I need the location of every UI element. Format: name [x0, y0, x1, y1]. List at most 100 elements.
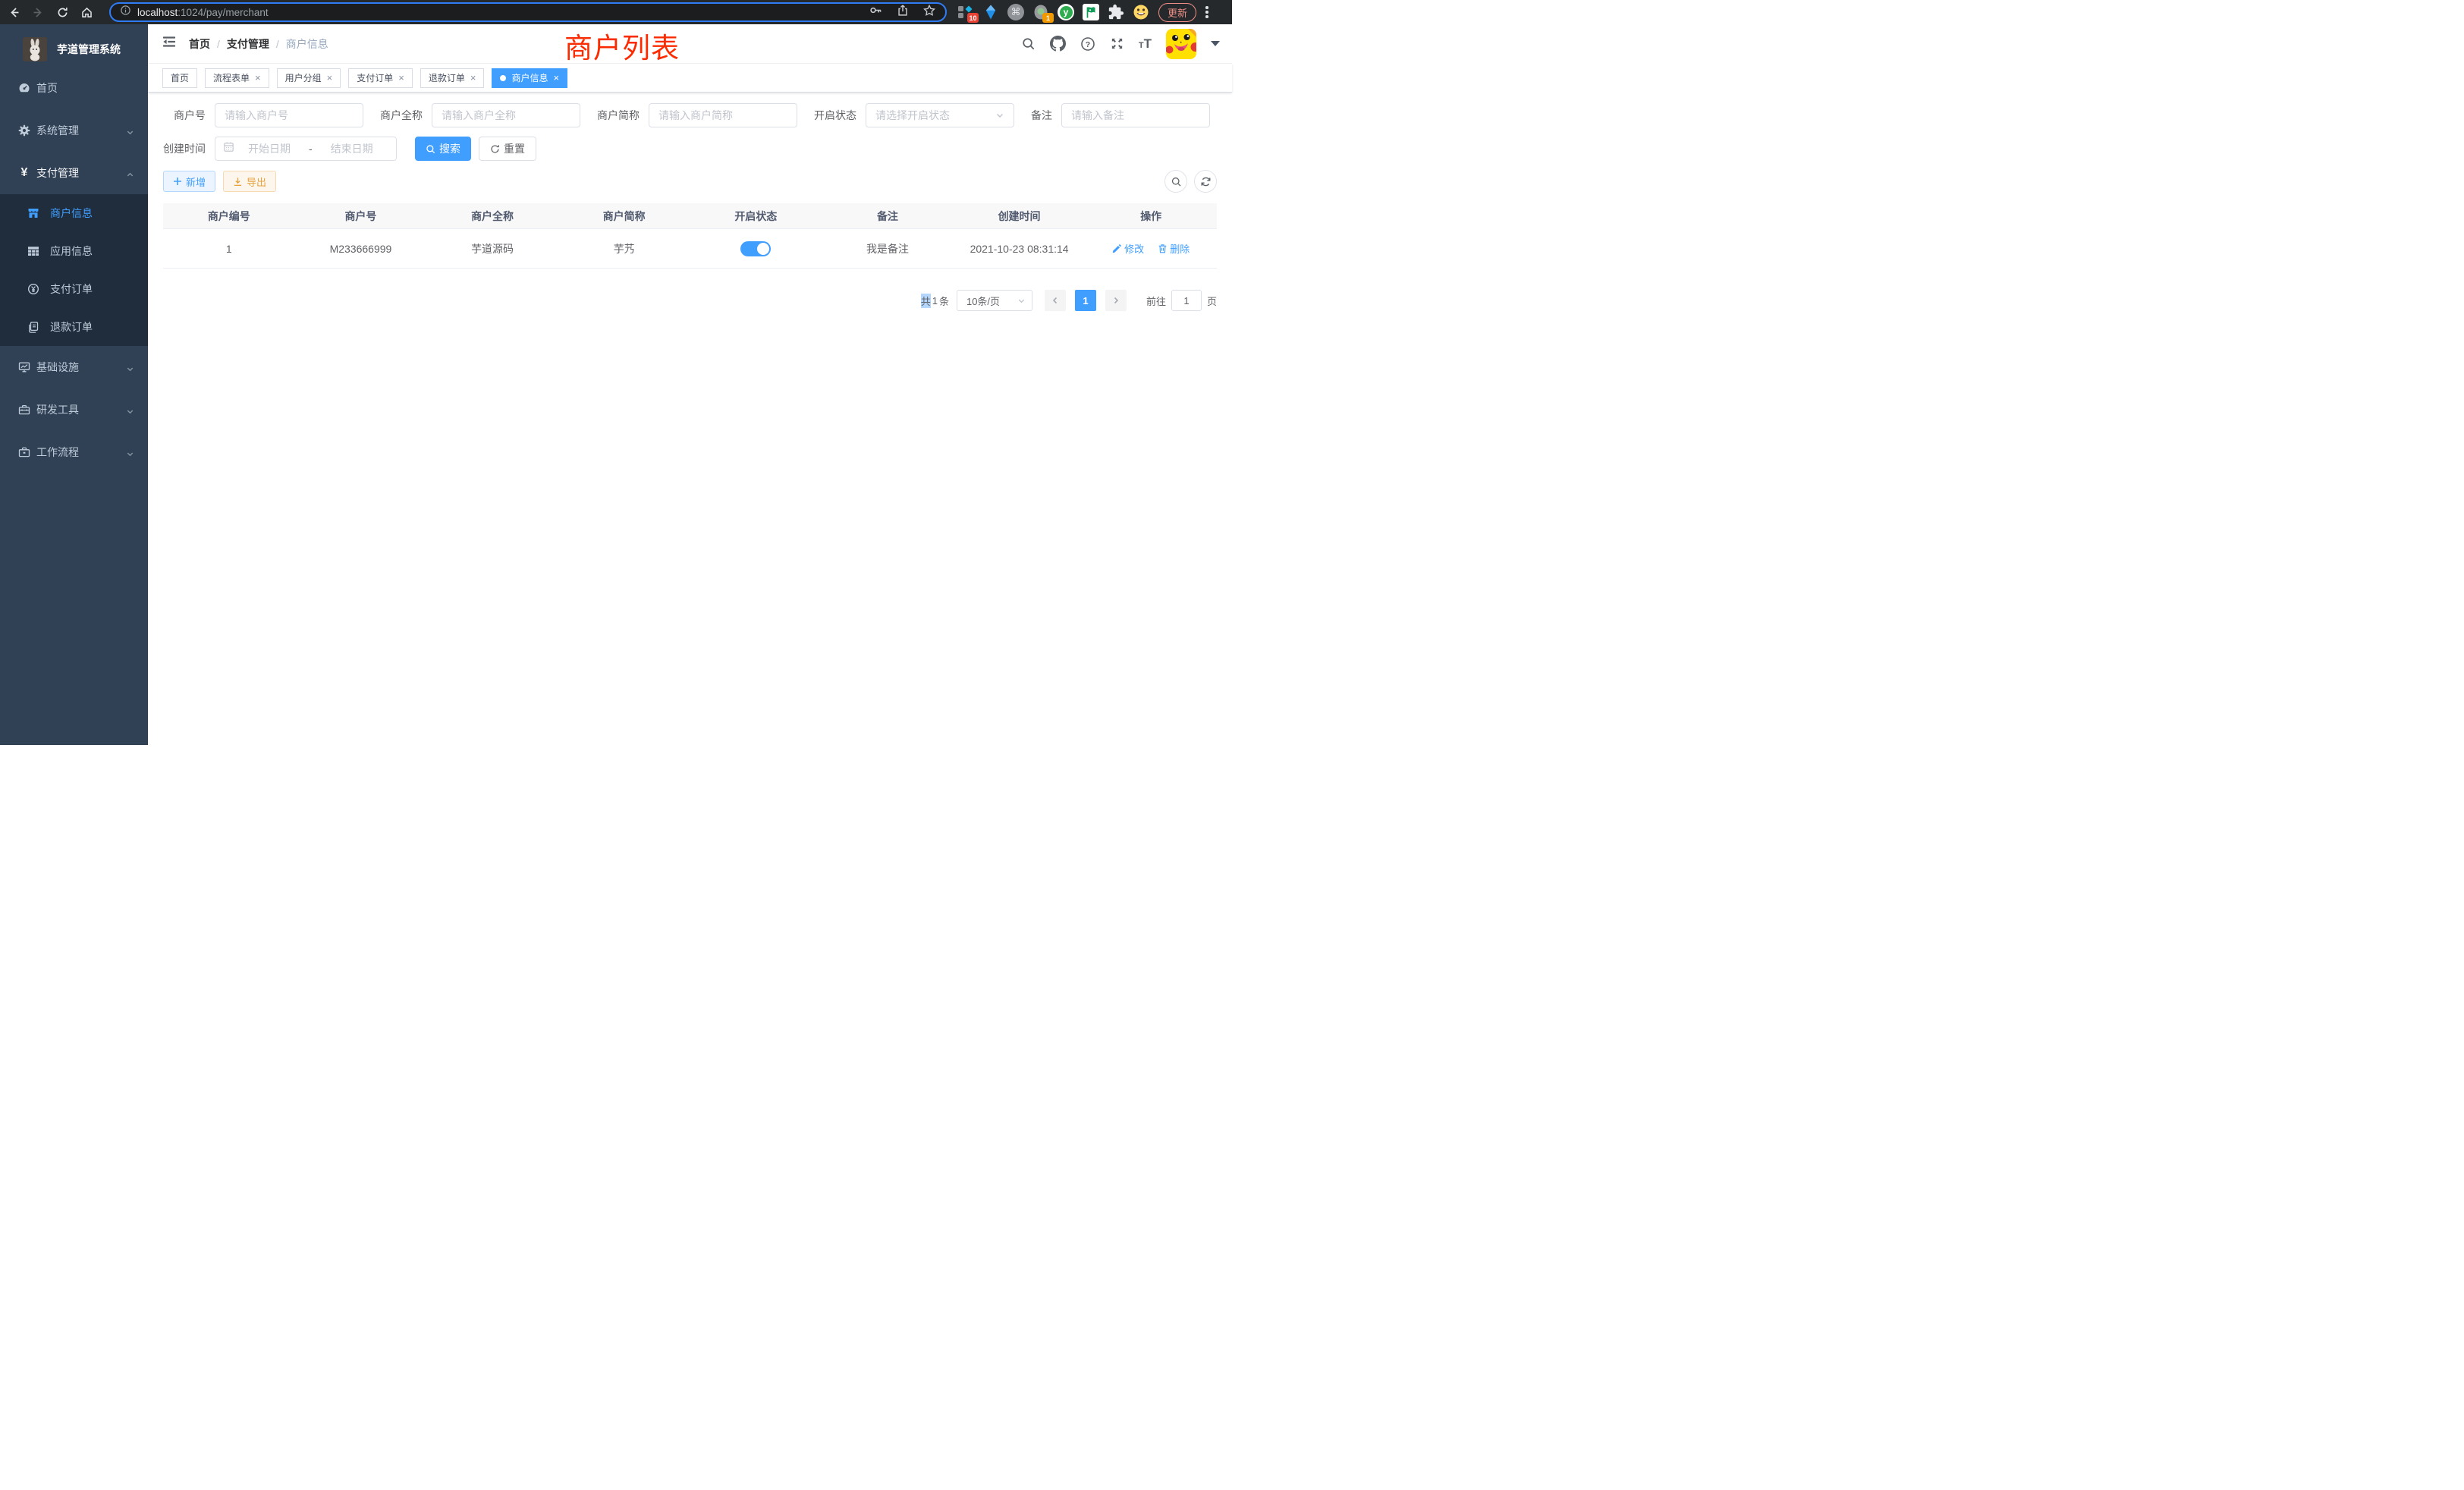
sidebar-item-label: 基础设施 — [36, 360, 126, 375]
breadcrumb-separator: / — [276, 38, 279, 50]
url-text[interactable]: localhost:1024/pay/merchant — [137, 7, 269, 18]
share-icon[interactable] — [896, 4, 910, 21]
page-annotation: 商户列表 — [564, 25, 680, 66]
tab-home[interactable]: 首页 — [162, 68, 197, 88]
search-button[interactable]: 搜索 — [415, 137, 471, 161]
merchant-no-input[interactable]: 请输入商户号 — [215, 103, 363, 127]
create-time-range-input[interactable]: 开始日期 - 结束日期 — [215, 137, 397, 161]
column-header: 商户编号 — [163, 209, 295, 224]
sidebar-item-payment[interactable]: ¥ 支付管理 — [0, 152, 148, 194]
app-logo-row[interactable]: 芋道管理系统 — [0, 24, 148, 67]
github-icon[interactable] — [1050, 36, 1066, 52]
user-avatar[interactable] — [1166, 29, 1196, 59]
remark-input[interactable]: 请输入备注 — [1061, 103, 1210, 127]
extension-command-icon[interactable]: ⌘ — [1007, 4, 1024, 20]
sidebar-item-workflow[interactable]: 工作流程 — [0, 431, 148, 473]
cell-merchant-shortname: 芋艿 — [558, 241, 690, 256]
edit-link[interactable]: 修改 — [1112, 241, 1144, 256]
browser-reload-icon[interactable] — [55, 5, 70, 20]
browser-forward-icon[interactable] — [30, 5, 46, 20]
site-info-icon[interactable] — [120, 5, 131, 20]
top-navbar: 首页 / 支付管理 / 商户信息 ? TT — [148, 24, 1232, 64]
sidebar-item-pay-order[interactable]: 支付订单 — [0, 270, 148, 308]
sidebar-item-merchant-info[interactable]: 商户信息 — [0, 194, 148, 232]
grid-table-icon — [27, 245, 39, 257]
search-form-row-2: 创建时间 开始日期 - 结束日期 搜索 重置 — [163, 137, 1217, 161]
extension-emoji-icon[interactable] — [1133, 4, 1149, 20]
merchant-fullname-input[interactable]: 请输入商户全称 — [432, 103, 580, 127]
pagination-total-count: 1 — [932, 295, 938, 306]
tab-close-icon[interactable]: × — [398, 73, 404, 83]
fullscreen-icon[interactable] — [1110, 36, 1124, 51]
tab-close-icon[interactable]: × — [255, 73, 261, 83]
breadcrumb-home[interactable]: 首页 — [189, 36, 210, 52]
cell-actions: 修改 删除 — [1085, 241, 1217, 256]
column-header: 开启状态 — [690, 209, 822, 224]
chevron-down-icon — [126, 406, 134, 414]
status-toggle[interactable] — [740, 241, 771, 256]
add-button[interactable]: 新增 — [163, 171, 215, 192]
status-select[interactable]: 请选择开启状态 — [866, 103, 1014, 127]
delete-link[interactable]: 删除 — [1158, 241, 1190, 256]
tab-label: 商户信息 — [511, 71, 548, 84]
extension-gem-icon[interactable] — [982, 4, 999, 20]
browser-menu-icon[interactable] — [1205, 6, 1208, 18]
breadcrumb-payment[interactable]: 支付管理 — [227, 36, 269, 52]
sidebar-item-app-info[interactable]: 应用信息 — [0, 232, 148, 270]
extension-y-icon[interactable]: y — [1058, 4, 1074, 20]
date-end-placeholder: 结束日期 — [331, 141, 373, 156]
next-page-button[interactable] — [1105, 290, 1127, 311]
reset-button[interactable]: 重置 — [479, 137, 536, 161]
bookmark-star-icon[interactable] — [922, 4, 936, 21]
extension-puzzle-icon[interactable] — [1108, 4, 1124, 20]
chevron-left-icon — [1051, 296, 1060, 305]
tab-label: 流程表单 — [213, 71, 250, 84]
refresh-table-button[interactable] — [1194, 170, 1217, 193]
sidebar-item-infrastructure[interactable]: 基础设施 — [0, 346, 148, 388]
merchant-shortname-input[interactable]: 请输入商户简称 — [649, 103, 797, 127]
refresh-icon — [490, 144, 500, 154]
goto-page-input[interactable]: 1 — [1171, 290, 1202, 311]
browser-back-icon[interactable] — [6, 5, 21, 20]
help-icon[interactable]: ? — [1080, 36, 1095, 52]
sidebar-item-refund-order[interactable]: 退款订单 — [0, 308, 148, 346]
merchant-table: 商户编号 商户号 商户全称 商户简称 开启状态 备注 创建时间 操作 1 M23… — [163, 203, 1217, 269]
column-header: 备注 — [822, 209, 954, 224]
tab-close-icon[interactable]: × — [553, 73, 559, 83]
page-number-current[interactable]: 1 — [1075, 290, 1096, 311]
show-search-toggle-button[interactable] — [1164, 170, 1187, 193]
browser-home-icon[interactable] — [79, 5, 94, 20]
cell-remark: 我是备注 — [822, 241, 954, 256]
extension-blocks-icon[interactable]: 10 — [957, 4, 974, 20]
select-placeholder: 请选择开启状态 — [875, 108, 950, 123]
pagination-total-prefix: 共 — [921, 294, 931, 308]
tab-merchant-info[interactable]: 商户信息 × — [492, 68, 567, 88]
tab-pay-order[interactable]: 支付订单× — [348, 68, 413, 88]
prev-page-button[interactable] — [1045, 290, 1066, 311]
header-search-icon[interactable] — [1021, 36, 1036, 51]
extension-gray-dot-icon[interactable]: 1 — [1032, 4, 1049, 20]
sidebar-fold-icon[interactable] — [162, 34, 177, 53]
date-start-placeholder: 开始日期 — [248, 141, 291, 156]
sidebar-item-dev-tools[interactable]: 研发工具 — [0, 388, 148, 431]
password-key-icon[interactable] — [869, 3, 883, 21]
address-bar[interactable]: localhost:1024/pay/merchant — [109, 2, 947, 22]
tab-process-form[interactable]: 流程表单 × — [205, 68, 269, 88]
extension-flag-icon[interactable] — [1083, 4, 1099, 20]
browser-update-button[interactable]: 更新 — [1158, 3, 1196, 22]
page-size-select[interactable]: 10条/页 — [957, 290, 1032, 311]
date-separator: - — [309, 143, 313, 155]
svg-text:?: ? — [1086, 40, 1090, 49]
tab-close-icon[interactable]: × — [327, 73, 333, 83]
tab-refund-order[interactable]: 退款订单× — [420, 68, 485, 88]
sidebar-item-system[interactable]: 系统管理 — [0, 109, 148, 152]
sidebar-item-label: 商户信息 — [50, 206, 134, 221]
sidebar-item-home[interactable]: 首页 — [0, 67, 148, 109]
export-button-label: 导出 — [247, 174, 266, 189]
avatar-dropdown-caret-icon[interactable] — [1211, 41, 1220, 46]
font-size-icon[interactable]: TT — [1139, 37, 1152, 50]
export-button[interactable]: 导出 — [223, 171, 276, 192]
tab-close-icon[interactable]: × — [470, 73, 476, 83]
tab-user-group[interactable]: 用户分组× — [277, 68, 341, 88]
extensions-strip: 10 ⌘ 1 y — [957, 4, 1149, 20]
